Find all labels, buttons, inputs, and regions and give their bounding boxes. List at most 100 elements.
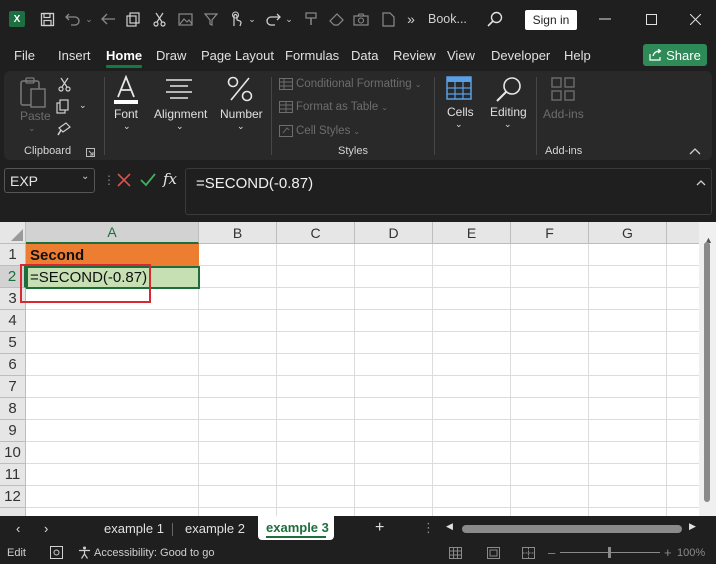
macro-record-icon[interactable] xyxy=(50,546,63,562)
touch-mode-icon[interactable] xyxy=(225,0,247,38)
next-sheet-icon[interactable]: › xyxy=(44,521,48,536)
row-header-1[interactable]: 1 xyxy=(0,244,26,266)
cells-icon[interactable] xyxy=(445,75,473,104)
zoom-out-button[interactable]: – xyxy=(548,545,555,560)
sheet-tab-example-3[interactable]: example 3 xyxy=(258,516,334,540)
sheet-tab-example-1[interactable]: example 1 xyxy=(104,521,164,536)
format-painter-icon[interactable] xyxy=(57,122,72,139)
alignment-icon[interactable] xyxy=(164,77,194,104)
conditional-formatting-button[interactable]: Conditional Formatting ⌄ xyxy=(279,78,421,90)
add-ins-icon[interactable] xyxy=(550,76,576,105)
row-header-9[interactable]: 9 xyxy=(0,420,26,442)
eraser-icon[interactable] xyxy=(325,0,347,38)
back-arrow-icon[interactable] xyxy=(97,0,119,38)
alignment-dropdown-icon[interactable]: ⌄ xyxy=(176,121,184,132)
row-header-6[interactable]: 6 xyxy=(0,354,26,376)
page-break-view-icon[interactable] xyxy=(522,547,535,562)
collapse-ribbon-icon[interactable] xyxy=(689,143,701,158)
maximize-button[interactable] xyxy=(638,0,664,38)
row-header-12[interactable]: 12 xyxy=(0,486,26,508)
touch-dropdown-icon[interactable]: ⌄ xyxy=(247,0,257,38)
tab-formulas[interactable]: Formulas xyxy=(285,48,339,63)
cancel-icon[interactable] xyxy=(117,173,131,190)
prev-sheet-icon[interactable]: ‹ xyxy=(16,521,20,536)
tab-page-layout[interactable]: Page Layout xyxy=(201,48,274,63)
formula-input[interactable]: =SECOND(-0.87) xyxy=(185,168,712,215)
page-layout-view-icon[interactable] xyxy=(487,547,500,562)
column-header-b[interactable]: B xyxy=(199,222,277,244)
name-box[interactable]: EXP ⌄ xyxy=(4,168,95,193)
filter-icon[interactable] xyxy=(200,0,222,38)
tab-home[interactable]: Home xyxy=(106,48,143,68)
copy-dropdown-icon[interactable]: ⌄ xyxy=(79,100,87,111)
cell-styles-button[interactable]: Cell Styles ⌄ xyxy=(279,125,360,137)
row-header-4[interactable]: 4 xyxy=(0,310,26,332)
tab-view[interactable]: View xyxy=(447,48,475,63)
horizontal-scroll-thumb[interactable] xyxy=(462,525,682,533)
minimize-button[interactable] xyxy=(592,0,618,38)
paste-dropdown-icon[interactable]: ⌄ xyxy=(28,123,36,134)
format-as-table-button[interactable]: Format as Table ⌄ xyxy=(279,101,388,113)
tab-review[interactable]: Review xyxy=(393,48,436,63)
column-header-d[interactable]: D xyxy=(355,222,433,244)
column-header-a[interactable]: A xyxy=(26,222,199,244)
sheet-options-icon[interactable]: ⋮ xyxy=(422,520,435,536)
clipboard-launcher-icon[interactable] xyxy=(86,145,95,160)
tab-draw[interactable]: Draw xyxy=(156,48,186,63)
font-dropdown-icon[interactable]: ⌄ xyxy=(123,121,131,132)
tab-developer[interactable]: Developer xyxy=(491,48,550,63)
more-commands-button[interactable]: » xyxy=(402,0,420,38)
enter-check-icon[interactable] xyxy=(140,173,156,190)
column-header-g[interactable]: G xyxy=(589,222,667,244)
normal-view-icon[interactable] xyxy=(449,547,462,562)
insert-function-icon[interactable]: fx xyxy=(163,170,177,188)
undo-dropdown-icon[interactable]: ⌄ xyxy=(84,0,94,38)
tab-help[interactable]: Help xyxy=(564,48,591,63)
column-header-f[interactable]: F xyxy=(511,222,589,244)
zoom-slider-thumb[interactable] xyxy=(608,547,611,558)
scroll-left-icon[interactable]: ◀ xyxy=(446,521,453,532)
vertical-scrollbar[interactable]: ▲ xyxy=(699,222,716,516)
name-box-dropdown-icon[interactable]: ⌄ xyxy=(81,171,89,182)
row-header-10[interactable]: 10 xyxy=(0,442,26,464)
search-icon[interactable] xyxy=(484,0,506,38)
close-button[interactable] xyxy=(682,0,708,38)
redo-icon[interactable] xyxy=(262,0,284,38)
sign-in-button[interactable]: Sign in xyxy=(525,10,577,30)
redo-dropdown-icon[interactable]: ⌄ xyxy=(284,0,294,38)
column-header-e[interactable]: E xyxy=(433,222,511,244)
sheet-tab-example-2[interactable]: example 2 xyxy=(185,521,245,536)
cell-a1[interactable]: Second xyxy=(26,244,199,266)
picture-icon[interactable] xyxy=(174,0,196,38)
camera-icon[interactable] xyxy=(350,0,372,38)
paste-icon[interactable] xyxy=(18,77,48,112)
copy-icon[interactable] xyxy=(56,99,72,117)
row-header-11[interactable]: 11 xyxy=(0,464,26,486)
collapse-formula-bar-icon[interactable] xyxy=(696,174,706,189)
row-header-8[interactable]: 8 xyxy=(0,398,26,420)
select-all-button[interactable] xyxy=(0,222,26,244)
document-icon[interactable] xyxy=(377,0,399,38)
cells-dropdown-icon[interactable]: ⌄ xyxy=(455,119,463,130)
save-icon[interactable] xyxy=(36,0,58,38)
tab-insert[interactable]: Insert xyxy=(58,48,91,63)
share-button[interactable]: Share xyxy=(643,44,707,66)
zoom-in-button[interactable]: + xyxy=(664,545,672,560)
copy-icon[interactable] xyxy=(122,0,144,38)
row-header-5[interactable]: 5 xyxy=(0,332,26,354)
column-header-c[interactable]: C xyxy=(277,222,355,244)
document-title[interactable]: Book... xyxy=(428,0,468,38)
vertical-scroll-thumb[interactable] xyxy=(704,242,710,502)
percent-icon[interactable] xyxy=(226,75,254,106)
zoom-slider[interactable] xyxy=(560,547,660,558)
number-dropdown-icon[interactable]: ⌄ xyxy=(237,121,245,132)
accessibility-status[interactable]: Accessibility: Good to go xyxy=(94,547,214,559)
editing-search-icon[interactable] xyxy=(495,75,523,106)
editing-dropdown-icon[interactable]: ⌄ xyxy=(504,119,512,130)
add-sheet-button[interactable]: + xyxy=(375,519,384,537)
row-header-7[interactable]: 7 xyxy=(0,376,26,398)
cut-icon[interactable] xyxy=(58,77,71,95)
zoom-level[interactable]: 100% xyxy=(677,547,705,559)
tab-file[interactable]: File xyxy=(14,48,35,63)
format-painter-icon[interactable] xyxy=(300,0,322,38)
